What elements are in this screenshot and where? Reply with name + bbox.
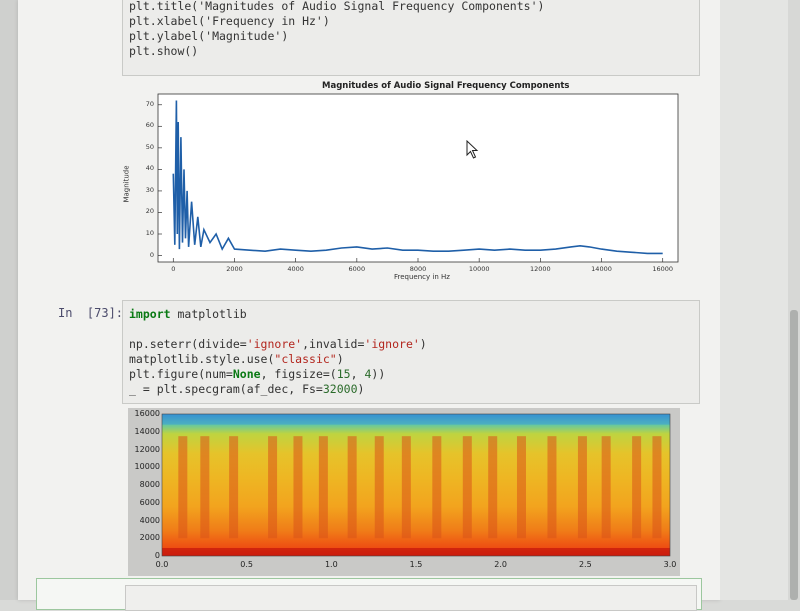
spectrogram-figure: 0 2000 4000 6000 8000 10000 12000 14000 16000 0.0…: [128, 408, 680, 576]
scrollbar-thumb[interactable]: [790, 310, 798, 600]
spectrogram-energy-band: [347, 436, 357, 539]
plot-area: [157, 93, 679, 263]
spectrogram-energy-band: [577, 436, 587, 539]
spectrogram-energy-band: [488, 436, 498, 539]
code-cell-73[interactable]: import matplotlib np.seterr(divide='igno…: [122, 300, 700, 404]
x-tick-label: 0.5: [240, 560, 254, 569]
magnitude-plot: Magnitudes of Audio Signal Frequency Com…: [122, 76, 698, 296]
spectrogram-energy-band: [462, 436, 472, 539]
x-axis-label: Frequency in Hz: [394, 273, 450, 281]
spectrogram-energy-band: [652, 436, 662, 539]
magnitude-chart-svg: [157, 93, 679, 263]
spectrogram-low-band: [162, 548, 670, 556]
y-tick-label: 8000: [139, 480, 160, 489]
code-line-style: matplotlib.style.use("classic"): [129, 352, 344, 366]
y-tick-label: 40: [145, 164, 154, 173]
code-line-seterr: np.seterr(divide='ignore',invalid='ignor…: [129, 337, 427, 351]
y-tick-label: 60: [145, 121, 154, 130]
y-tick-label: 20: [145, 207, 154, 216]
y-tick-label: 2000: [139, 533, 160, 543]
spectrogram-energy-band: [293, 436, 303, 539]
y-tick-label: 10: [145, 229, 154, 237]
spectrogram-image: [162, 414, 670, 556]
cell-prompt: In [73]:: [58, 306, 124, 320]
code-line-figure: plt.figure(num=None, figsize=(15, 4)): [129, 367, 386, 381]
x-tick-label: 8000: [409, 265, 427, 273]
y-tick-label: 16000: [134, 409, 160, 418]
spectrogram-energy-band: [318, 436, 328, 539]
spectrogram-energy-band: [516, 436, 526, 539]
x-tick-label: 2.5: [578, 560, 592, 569]
x-tick-label: 12000: [530, 265, 551, 273]
x-tick-label: 1.0: [324, 560, 338, 569]
spectrogram-energy-band: [632, 436, 642, 539]
x-tick-label: 6000: [348, 265, 366, 273]
spectrogram-energy-band: [601, 436, 611, 539]
y-tick-label: 0: [149, 250, 154, 259]
y-tick-label: 0: [154, 551, 160, 560]
y-tick-label: 70: [145, 99, 154, 108]
code-line: plt.xlabel('Frequency in Hz'): [129, 14, 330, 28]
x-tick-label: 2000: [226, 265, 243, 273]
code-line: plt.ylabel('Magnitude'): [129, 29, 289, 43]
spectrogram-energy-band: [200, 436, 210, 539]
y-tick-label: 30: [145, 185, 154, 194]
y-tick-label: 50: [145, 142, 154, 151]
spectrogram-energy-band: [432, 436, 442, 539]
spectrogram-high-band: [162, 414, 670, 425]
y-tick-label: 14000: [134, 426, 160, 436]
x-tick-label: 16000: [652, 265, 674, 273]
x-tick-label: 10000: [468, 265, 490, 273]
code-line-specgram: _ = plt.specgram(af_dec, Fs=32000): [129, 382, 365, 396]
y-tick-label: 4000: [139, 515, 160, 525]
spectrogram-energy-band: [268, 436, 278, 539]
x-tick-label: 4000: [287, 265, 304, 273]
spectrogram-energy-band: [547, 436, 557, 539]
x-tick-label: 3.0: [663, 560, 677, 569]
x-tick-label: 2.0: [494, 560, 508, 569]
code-line-import: import matplotlib: [129, 307, 247, 321]
x-tick-label: 0: [171, 265, 176, 273]
spectrogram-energy-band: [401, 436, 411, 539]
mouse-cursor-icon: [466, 140, 479, 159]
next-cell-input[interactable]: [125, 585, 697, 611]
spectrogram-svg: [161, 413, 671, 557]
x-tick-label: 14000: [591, 265, 612, 273]
code-cell-previous[interactable]: plt.title('Magnitudes of Audio Signal Fr…: [122, 0, 700, 76]
next-code-cell[interactable]: [36, 578, 702, 611]
code-line: plt.title('Magnitudes of Audio Signal Fr…: [129, 0, 545, 13]
spectrogram-energy-band: [178, 436, 188, 539]
spectrogram-energy-band: [229, 436, 239, 539]
x-tick-label: 0.0: [155, 560, 169, 569]
code-line: plt.show(): [129, 44, 199, 58]
y-tick-label: 10000: [134, 462, 160, 472]
y-tick-label: 12000: [134, 444, 160, 454]
spectrogram-energy-band: [374, 436, 384, 539]
y-tick-label: 6000: [139, 497, 160, 507]
x-tick-label: 1.5: [409, 560, 423, 569]
left-gutter: [0, 0, 18, 600]
